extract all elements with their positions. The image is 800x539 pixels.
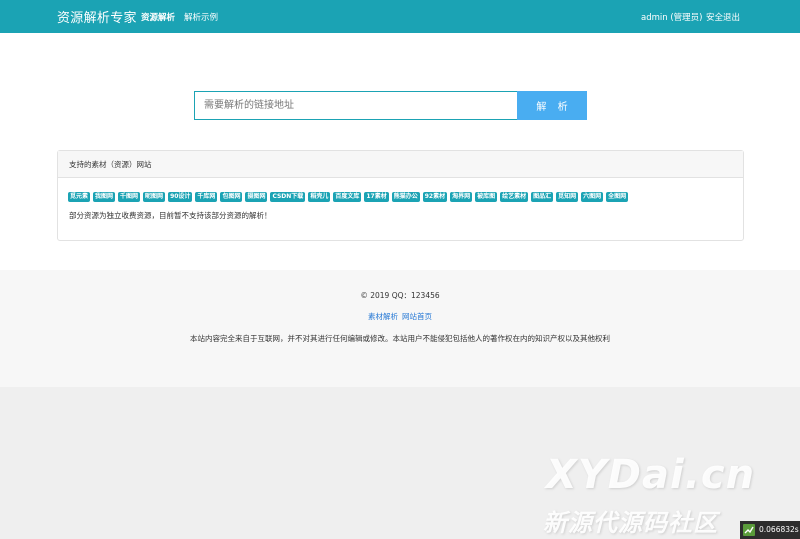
site-tag: 17素材 [364, 192, 389, 202]
site-tag: 包图网 [220, 192, 243, 202]
site-tag-list: 觅元素 我图网 千图网 昵图网 90设计 千库网 包图网 摄图网 CSDN下载 … [68, 192, 631, 202]
load-timer: 0.066832s [740, 521, 800, 539]
parse-button[interactable]: 解 析 [517, 91, 587, 120]
nav-item-parse-example[interactable]: 解析示例 [184, 11, 218, 23]
site-tag: 熊猫办公 [391, 192, 420, 202]
copyright-text: © 2019 QQ：123456 [360, 291, 440, 300]
footer-link-parse[interactable]: 素材解析 [368, 312, 398, 321]
site-tag: 千库网 [195, 192, 218, 202]
site-tag: 图品汇 [531, 192, 554, 202]
site-tag: 六图网 [581, 192, 604, 202]
site-tag: 觅知网 [556, 192, 579, 202]
site-tag: 被库图 [475, 192, 498, 202]
paid-resource-notice: 部分资源为独立收费资源，目前暂不支持该部分资源的解析！ [69, 211, 272, 220]
site-tag: 全图网 [606, 192, 629, 202]
watermark-subtitle: 新源代源码社区 [543, 509, 718, 537]
site-tag: CSDN下载 [270, 192, 306, 202]
site-tag: 淘界网 [450, 192, 473, 202]
site-tag: 百度文库 [333, 192, 362, 202]
user-account-link[interactable]: admin (管理员) [641, 11, 702, 23]
panel-title: 支持的素材（资源）网站 [58, 151, 743, 178]
site-brand[interactable]: 资源解析专家 [57, 7, 137, 26]
footer: © 2019 QQ：123456 素材解析 网站首页 本站内容完全来自于互联网，并… [0, 270, 800, 387]
site-tag: 绘艺素材 [500, 192, 529, 202]
site-tag: 摄图网 [245, 192, 268, 202]
top-navbar: 资源解析专家 资源解析 解析示例 admin (管理员) 安全退出 [0, 0, 800, 33]
site-tag: 我图网 [93, 192, 116, 202]
footer-link-home[interactable]: 网站首页 [402, 312, 432, 321]
supported-sites-panel: 支持的素材（资源）网站 觅元素 我图网 千图网 昵图网 90设计 千库网 包图网… [57, 150, 744, 241]
disclaimer-text: 本站内容完全来自于互联网，并不对其进行任何编辑或修改。本站用户不能侵犯包括他人的… [190, 334, 610, 343]
logout-link[interactable]: 安全退出 [706, 11, 740, 23]
site-tag: 昵图网 [143, 192, 166, 202]
footer-links: 素材解析 网站首页 [0, 311, 800, 322]
debug-icon [743, 524, 755, 536]
site-tag: 觅元素 [68, 192, 91, 202]
site-tag: 92素材 [422, 192, 448, 202]
link-url-input[interactable] [194, 91, 517, 120]
site-tag: 90设计 [168, 192, 193, 202]
nav-item-resource-parse[interactable]: 资源解析 [141, 11, 175, 23]
site-tag: 稻壳儿 [308, 192, 331, 202]
main-content: 解 析 支持的素材（资源）网站 觅元素 我图网 千图网 昵图网 90设计 千库网… [0, 33, 800, 270]
load-time-value: 0.066832s [759, 525, 799, 534]
site-tag: 千图网 [118, 192, 141, 202]
watermark-brand: XYDai.cn [546, 452, 756, 498]
